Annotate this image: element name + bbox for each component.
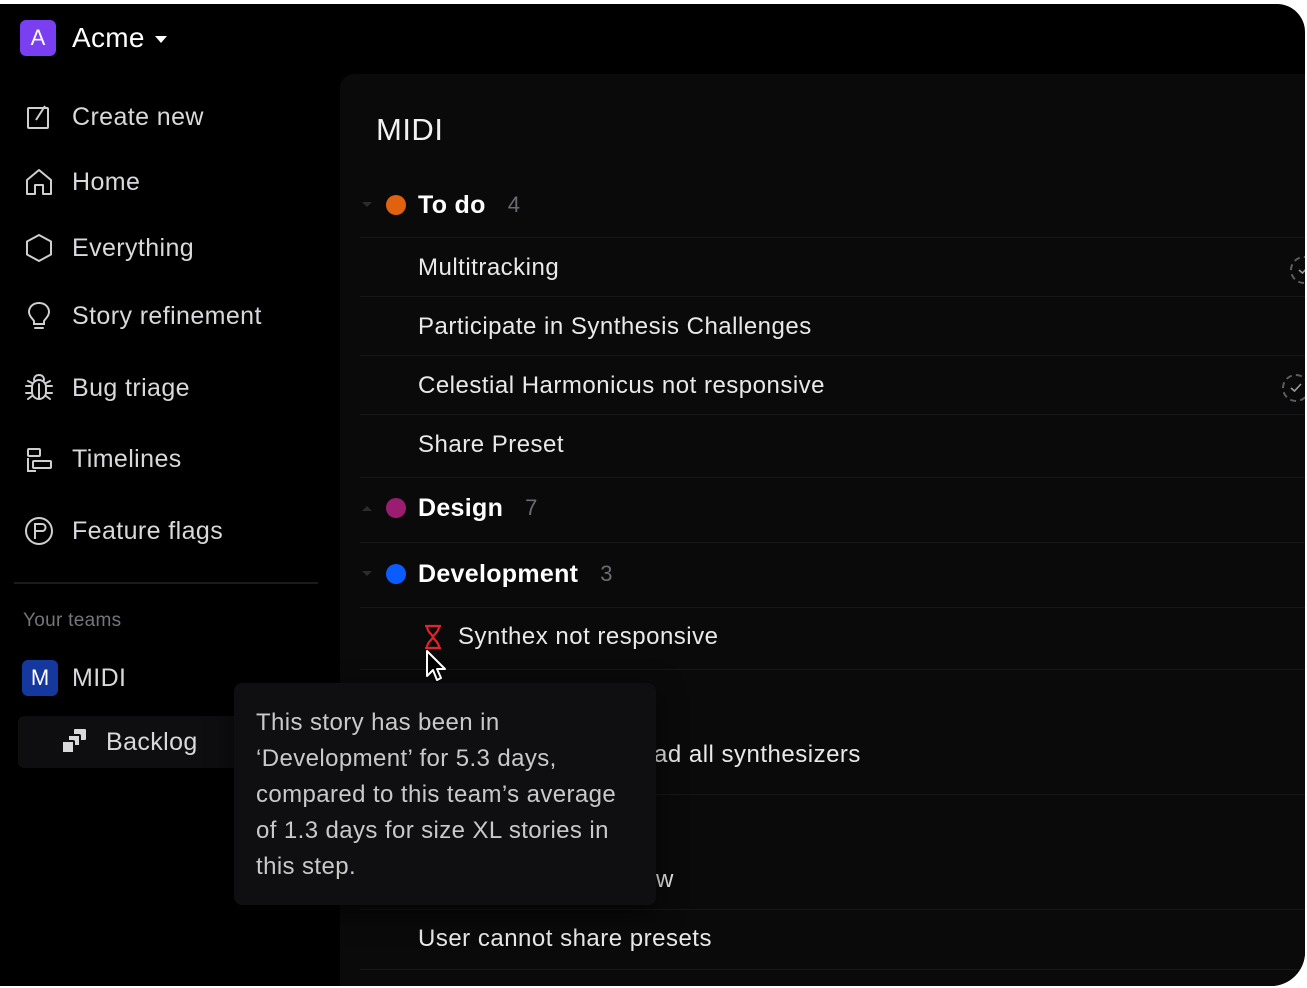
story-title: Participate in Synthesis Challenges	[418, 313, 812, 340]
group-header-todo[interactable]: To do 4	[360, 183, 1305, 227]
story-title: User cannot share presets	[418, 925, 712, 952]
row-divider	[360, 296, 1305, 297]
app-window: A Acme Create new Home Everything Story …	[0, 4, 1305, 986]
page-title: MIDI	[376, 112, 444, 147]
story-row[interactable]: Multitracking	[418, 246, 1305, 290]
chevron-down-icon	[360, 201, 374, 209]
workspace-switcher[interactable]: A Acme	[20, 20, 167, 56]
row-divider	[360, 237, 1305, 238]
group-name: To do	[418, 190, 486, 219]
hexagon-icon	[22, 231, 56, 265]
story-row[interactable]: Participate in Synthesis Challenges	[418, 305, 1305, 349]
chevron-down-icon	[360, 570, 374, 578]
story-row[interactable]: Share Preset	[418, 423, 1305, 467]
row-divider	[360, 477, 1305, 478]
row-divider	[360, 607, 1305, 608]
story-title: Multitracking	[418, 254, 560, 281]
story-title: Synthex not responsive	[458, 623, 719, 650]
group-name: Development	[418, 559, 579, 588]
group-count: 4	[507, 192, 520, 217]
sidebar-item-home[interactable]: Home	[22, 162, 140, 202]
sidebar-item-label: Timelines	[72, 444, 182, 473]
sidebar-divider	[14, 582, 318, 584]
story-title: Celestial Harmonicus not responsive	[418, 372, 826, 399]
workspace-name: Acme	[72, 22, 145, 53]
story-title: w	[656, 866, 674, 893]
status-check-icon[interactable]	[1282, 374, 1305, 402]
sidebar-item-create-new[interactable]: Create new	[22, 97, 204, 137]
cycle-time-tooltip: This story has been in ‘Development’ for…	[234, 683, 656, 905]
team-name: MIDI	[72, 663, 127, 692]
sidebar-item-label: Story refinement	[72, 301, 262, 330]
story-row[interactable]: Celestial Harmonicus not responsive	[418, 364, 1305, 408]
caret-down-icon	[154, 35, 167, 43]
sidebar-item-everything[interactable]: Everything	[22, 228, 194, 268]
story-row[interactable]: User cannot share presets	[418, 917, 1305, 961]
group-header-design[interactable]: Design 7	[360, 486, 1305, 530]
sidebar-item-label: Home	[72, 167, 141, 196]
chevron-up-icon	[360, 504, 374, 512]
row-divider	[360, 414, 1305, 415]
workspace-avatar: A	[20, 20, 56, 56]
flag-circle-icon	[22, 514, 56, 548]
bug-icon	[22, 371, 56, 405]
sidebar-item-label: Backlog	[106, 727, 198, 756]
status-dot	[386, 498, 406, 518]
group-name: Design	[418, 493, 504, 522]
sidebar-item-label: Feature flags	[72, 516, 224, 545]
sidebar-item-label: Create new	[72, 102, 204, 131]
team-avatar: M	[22, 660, 58, 696]
sidebar-item-feature-flags[interactable]: Feature flags	[22, 511, 223, 551]
row-divider	[360, 542, 1305, 543]
sidebar-item-bug-triage[interactable]: Bug triage	[22, 368, 190, 408]
status-dot	[386, 195, 406, 215]
story-title: ad all synthesizers	[654, 741, 861, 768]
group-count: 7	[525, 495, 538, 520]
create-new-icon	[22, 100, 56, 134]
home-icon	[22, 165, 56, 199]
row-divider	[360, 669, 1305, 670]
mouse-cursor-icon	[426, 650, 446, 681]
row-divider	[360, 909, 1305, 910]
sidebar-item-story-refinement[interactable]: Story refinement	[22, 296, 262, 336]
sidebar-item-timelines[interactable]: Timelines	[22, 439, 182, 479]
row-divider	[360, 355, 1305, 356]
sidebar-item-label: Bug triage	[72, 373, 190, 402]
row-divider	[360, 969, 1305, 970]
status-dot	[386, 564, 406, 584]
your-teams-label: Your teams	[23, 610, 122, 631]
lightbulb-icon	[22, 299, 56, 333]
hourglass-warning-icon[interactable]	[422, 624, 444, 650]
tooltip-text: This story has been in ‘Development’ for…	[256, 709, 617, 880]
group-count: 3	[600, 561, 613, 586]
timeline-icon	[22, 442, 56, 476]
sidebar-item-label: Everything	[72, 233, 195, 262]
group-header-development[interactable]: Development 3	[360, 552, 1305, 596]
sidebar-item-team-midi[interactable]: M MIDI	[22, 660, 126, 696]
story-title: Share Preset	[418, 431, 565, 458]
story-row[interactable]: Synthex not responsive	[418, 615, 1305, 659]
backlog-stack-icon	[58, 725, 92, 759]
